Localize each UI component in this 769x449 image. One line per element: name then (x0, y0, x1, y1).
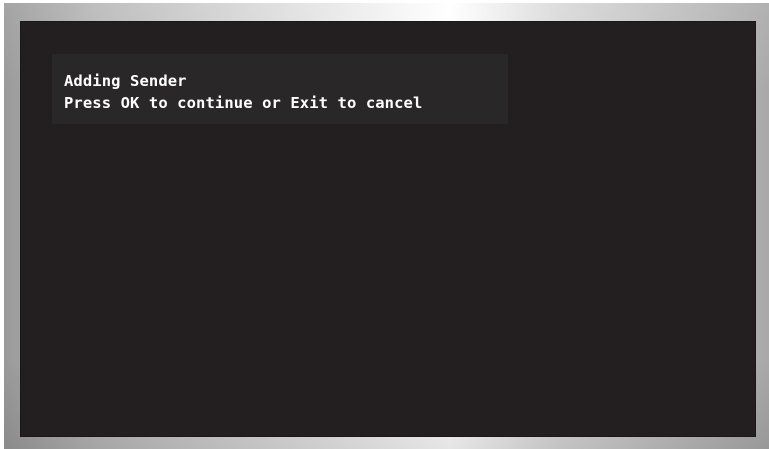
osd-message-box: Adding Sender Press OK to continue or Ex… (52, 54, 508, 124)
tv-screen: Adding Sender Press OK to continue or Ex… (20, 21, 756, 437)
monitor-bezel: Adding Sender Press OK to continue or Ex… (4, 3, 769, 449)
osd-prompt-text: Press OK to continue or Exit to cancel (64, 94, 423, 112)
osd-title: Adding Sender (64, 72, 187, 90)
